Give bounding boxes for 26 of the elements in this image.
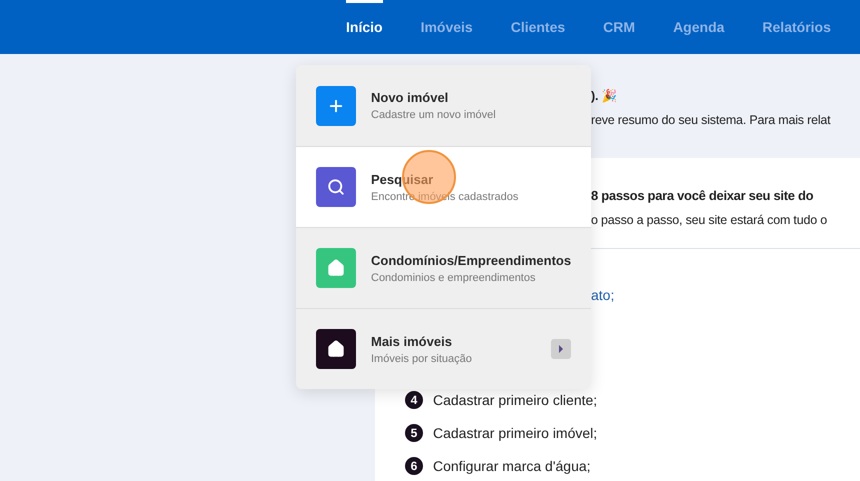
chevron-right-icon (558, 345, 564, 353)
menu-item-title: Novo imóvel (371, 90, 450, 105)
nav-tab[interactable]: Início (346, 0, 383, 54)
menu-item[interactable]: Novo imóvel Cadastre um novo imóvel (296, 65, 591, 146)
guide-title: 8 passos para você deixar seu site do (591, 187, 814, 205)
party-emoji: 🎉 (602, 89, 618, 103)
step-link[interactable]: ato; (591, 287, 860, 303)
step-number: 5 (405, 424, 423, 442)
welcome-text: reve resumo do seu sistema. Para mais relat (591, 112, 832, 129)
submenu-button[interactable] (551, 339, 571, 359)
menu-item-title: Pesquisar (371, 172, 434, 186)
step-text: Cadastrar primeiro imóvel; (433, 425, 598, 441)
welcome-title: ). (591, 89, 598, 103)
active-indicator (346, 0, 383, 3)
step-number: 6 (405, 457, 423, 475)
menu-item[interactable]: Mais imóveis Imóveis por situação (296, 308, 591, 389)
menu-item-title: Mais imóveis (371, 334, 453, 348)
guide-text: o passo a passo, seu site estará com tudo o (591, 212, 828, 229)
menu-item[interactable]: Condomínios/Empreendimentos Condominios e empreendimentos (296, 227, 591, 308)
menu-item-subtitle: Imóveis por situação (371, 352, 473, 364)
step-number: 4 (405, 391, 423, 409)
menu-item-subtitle: Cadastre um novo imóvel (371, 109, 497, 121)
step-text: Configurar marca d'água; (433, 458, 591, 474)
menu-item-subtitle: Condominios e empreendimentos (371, 272, 536, 284)
menu-item-title: Condomínios/Empreendimentos (371, 252, 572, 268)
step-text: Cadastrar primeiro cliente; (433, 392, 598, 408)
